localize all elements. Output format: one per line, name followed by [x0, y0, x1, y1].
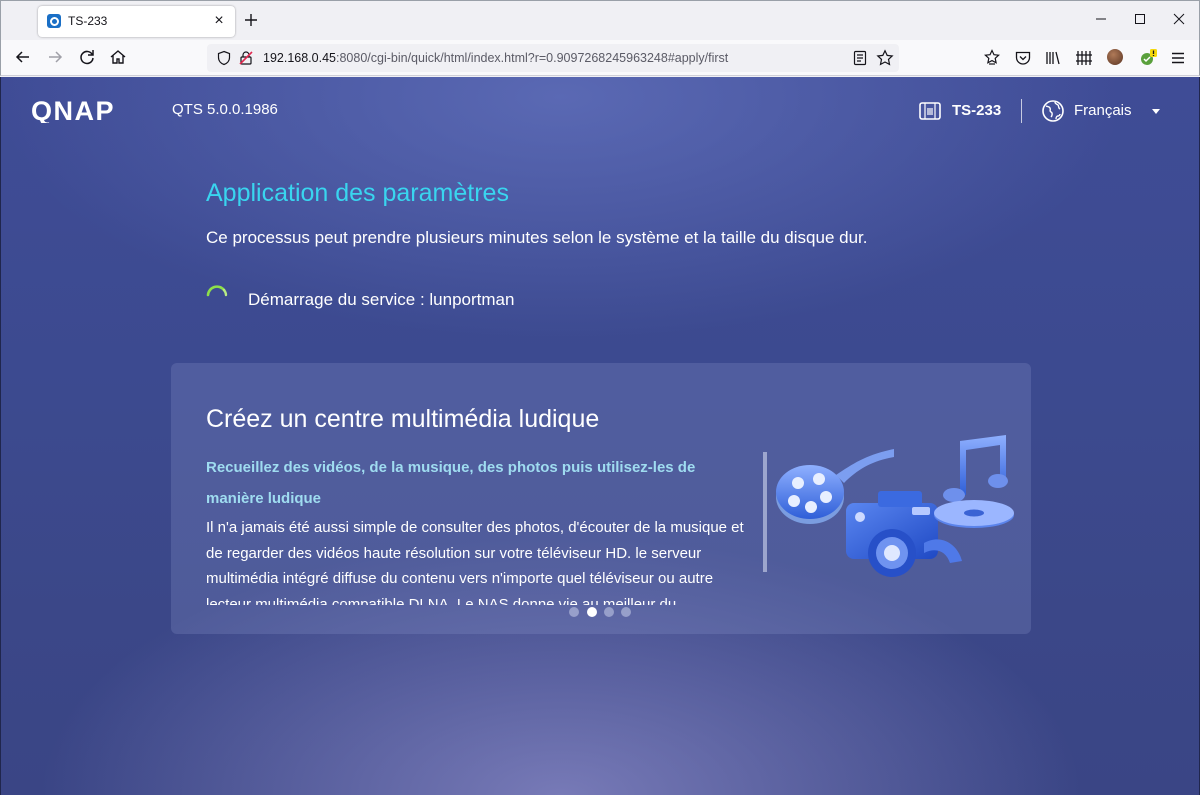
- address-bar[interactable]: 192.168.0.45:8080/cgi-bin/quick/html/ind…: [207, 44, 899, 72]
- header-divider: [1021, 99, 1022, 123]
- window-close-icon[interactable]: [1169, 9, 1189, 29]
- back-arrow-icon[interactable]: [12, 46, 34, 68]
- globe-icon[interactable]: [1041, 99, 1065, 123]
- tab-title: TS-233: [68, 14, 108, 28]
- minimize-icon[interactable]: [1091, 9, 1111, 29]
- forward-arrow-icon[interactable]: [44, 46, 66, 68]
- reader-view-icon[interactable]: [852, 50, 868, 66]
- qnap-setup-page: QNAP QTS 5.0.0.1986 TS-233 Français Appl…: [0, 77, 1200, 795]
- qnap-favicon-icon: [47, 14, 61, 28]
- qnap-logo-text: QNAP: [31, 97, 115, 123]
- multimedia-icon: [776, 435, 1014, 577]
- url-text[interactable]: 192.168.0.45:8080/cgi-bin/quick/html/ind…: [263, 51, 728, 65]
- carousel-dot[interactable]: [569, 607, 579, 617]
- language-selector[interactable]: Français: [1074, 102, 1132, 119]
- caret-down-icon[interactable]: [1152, 109, 1160, 114]
- maximize-icon[interactable]: [1130, 9, 1150, 29]
- browser-toolbar: 192.168.0.45:8080/cgi-bin/quick/html/ind…: [0, 40, 1200, 76]
- hamburger-menu-icon[interactable]: [1168, 48, 1188, 68]
- feature-carousel-card: Créez un centre multimédia ludique Recue…: [171, 363, 1031, 634]
- qts-version: QTS 5.0.0.1986: [172, 101, 278, 118]
- save-to-pocket-icon[interactable]: [982, 48, 1002, 68]
- browser-tab-bar: TS-233 ×: [0, 0, 1200, 40]
- carousel-dot[interactable]: [604, 607, 614, 617]
- page-title: Application des paramètres: [206, 179, 509, 207]
- qnap-logo: QNAP: [31, 97, 115, 123]
- insecure-lock-icon[interactable]: [238, 50, 254, 66]
- url-path: :8080/cgi-bin/quick/html/index.html?r=0.…: [336, 51, 729, 65]
- loading-spinner-icon: [206, 285, 228, 297]
- browser-tab[interactable]: TS-233 ×: [38, 6, 235, 37]
- card-subtitle: Recueillez des vidéos, de la musique, de…: [206, 459, 696, 507]
- library-icon[interactable]: [1043, 48, 1063, 68]
- tracking-shield-icon[interactable]: [216, 50, 232, 66]
- page-description: Ce processus peut prendre plusieurs minu…: [206, 228, 868, 247]
- card-scrollbar[interactable]: [763, 452, 767, 572]
- bookmark-star-icon[interactable]: [876, 49, 894, 67]
- new-tab-icon[interactable]: [241, 10, 261, 30]
- carousel-dot-active[interactable]: [587, 607, 597, 617]
- nas-model-name: TS-233: [952, 102, 1002, 119]
- extension-bars-icon[interactable]: [1074, 48, 1094, 68]
- tab-close-icon[interactable]: ×: [211, 13, 227, 29]
- nas-device-icon: [919, 102, 941, 120]
- card-title: Créez un centre multimédia ludique: [206, 405, 600, 433]
- account-avatar[interactable]: [1107, 49, 1123, 65]
- home-icon[interactable]: [107, 46, 129, 68]
- reload-icon[interactable]: [76, 46, 98, 68]
- url-host: 192.168.0.45: [263, 51, 336, 65]
- extension-alert-icon[interactable]: [1138, 48, 1158, 68]
- carousel-dot[interactable]: [621, 607, 631, 617]
- pocket-icon[interactable]: [1013, 48, 1033, 68]
- card-body-text: Il n'a jamais été aussi simple de consul…: [206, 519, 744, 605]
- service-status-text: Démarrage du service : lunportman: [248, 290, 515, 309]
